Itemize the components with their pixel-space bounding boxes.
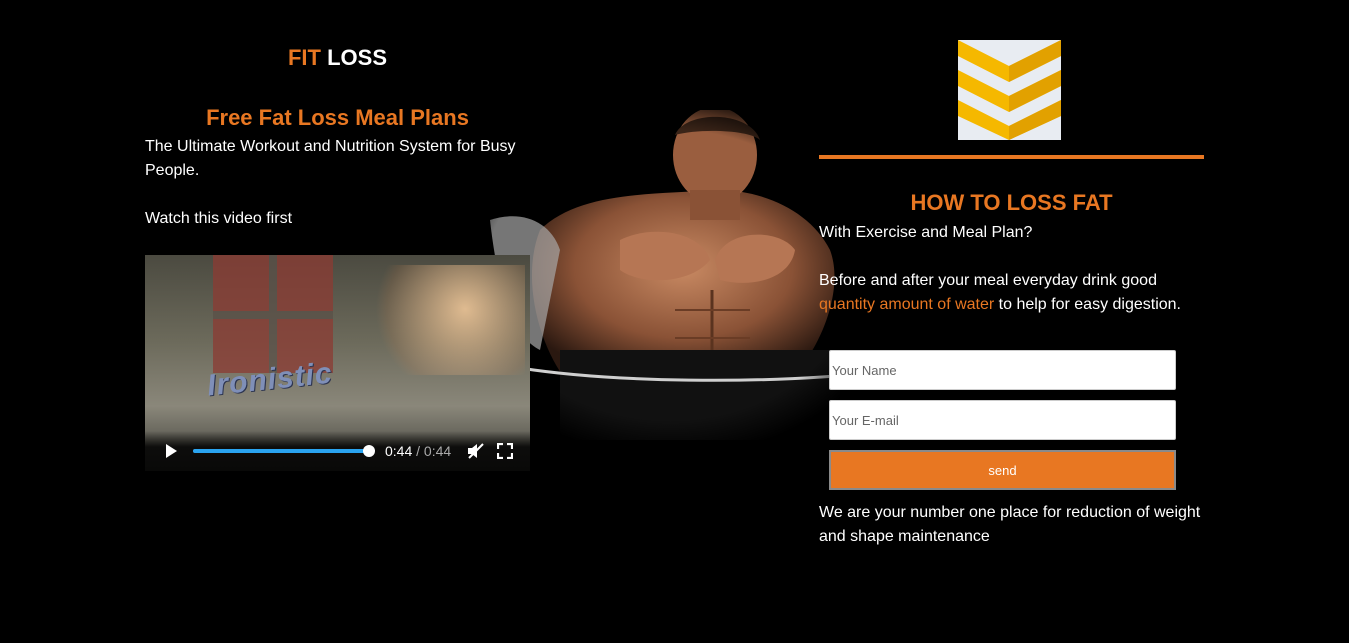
- logo: [958, 40, 1061, 140]
- time-separator: /: [416, 443, 421, 459]
- video-progress-handle[interactable]: [363, 445, 375, 457]
- body-text-before: Before and after your meal everyday drin…: [819, 272, 1157, 289]
- left-column: FIT LOSS Free Fat Loss Meal Plans The Ul…: [145, 40, 530, 471]
- name-input[interactable]: [829, 350, 1176, 390]
- video-player[interactable]: Ironistic 0:44 / 0:44: [145, 255, 530, 471]
- video-frame-window: [213, 255, 333, 373]
- email-input[interactable]: [829, 400, 1176, 440]
- video-progress-bar[interactable]: [193, 445, 375, 457]
- current-time: 0:44: [385, 443, 413, 459]
- brand-loss: LOSS: [327, 45, 388, 70]
- section-subtitle: With Exercise and Meal Plan?: [819, 224, 1033, 241]
- video-time: 0:44 / 0:44: [385, 443, 451, 459]
- watch-video-text: Watch this video first: [145, 210, 293, 227]
- page: FIT LOSS Free Fat Loss Meal Plans The Ul…: [0, 0, 1349, 643]
- chevron-logo-icon: [958, 40, 1061, 140]
- tagline: We are your number one place for reducti…: [819, 504, 1201, 545]
- body-text-after: to help for easy digestion.: [994, 296, 1181, 313]
- divider: [819, 155, 1204, 159]
- play-icon[interactable]: [163, 443, 179, 459]
- brand-title: FIT LOSS: [145, 45, 530, 75]
- brand-fit: FIT: [287, 45, 321, 70]
- section-body: Before and after your meal everyday drin…: [819, 269, 1204, 317]
- mute-icon[interactable]: [467, 443, 485, 459]
- signup-form: send: [829, 350, 1176, 490]
- send-button[interactable]: send: [829, 450, 1176, 490]
- fullscreen-icon[interactable]: [497, 443, 513, 459]
- intro-text: The Ultimate Workout and Nutrition Syste…: [145, 138, 516, 179]
- video-frame-glow: [375, 265, 525, 375]
- section-title: HOW TO LOSS FAT: [910, 190, 1113, 215]
- duration-time: 0:44: [423, 443, 452, 459]
- headline: Free Fat Loss Meal Plans: [206, 105, 469, 130]
- water-link[interactable]: quantity amount of water: [819, 296, 994, 313]
- video-progress-fill: [193, 449, 369, 453]
- video-controls: 0:44 / 0:44: [145, 431, 530, 471]
